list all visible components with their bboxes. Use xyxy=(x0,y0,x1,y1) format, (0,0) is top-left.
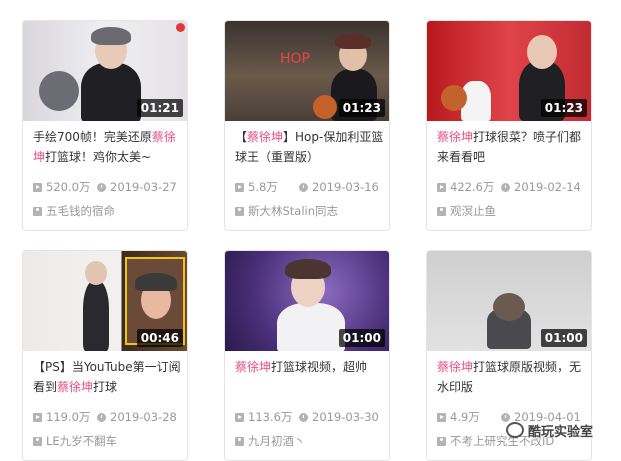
uploader-name: 五毛钱的宿命 xyxy=(46,204,115,218)
video-title[interactable]: 蔡徐坤打篮球原版视频，无水印版 xyxy=(437,357,587,397)
video-meta: 5.8万 2019-03-16 xyxy=(235,179,389,195)
play-icon xyxy=(33,413,42,422)
clock-icon xyxy=(299,183,308,192)
video-duration: 01:23 xyxy=(338,99,385,117)
keyword-highlight: 蔡徐坤 xyxy=(57,380,94,394)
video-thumbnail[interactable]: 00:46 xyxy=(23,251,187,351)
user-icon xyxy=(235,437,244,446)
upload-date: 2019-03-30 xyxy=(312,410,379,424)
video-meta: 520.0万 2019-03-27 xyxy=(33,179,187,195)
video-card[interactable]: 01:23 蔡徐坤打球很菜？喷子们都来看看吧 422.6万 2019-02-14 … xyxy=(426,20,592,231)
uploader-name: 观溟止鱼 xyxy=(450,204,496,218)
video-title[interactable]: 【PS】当YouTube第一订阅看到蔡徐坤打球 xyxy=(33,357,183,397)
video-card[interactable]: HOP 01:23 【蔡徐坤】Hop-保加利亚篮球王（重置版） 5.8万 2019… xyxy=(224,20,390,231)
view-count: 113.6万 xyxy=(248,410,293,424)
play-icon xyxy=(33,183,42,192)
watermark: 酷玩实验室 xyxy=(506,421,593,440)
keyword-highlight: 蔡徐坤 xyxy=(437,360,474,374)
uploader[interactable]: 九月初酒丶 xyxy=(235,433,306,449)
view-count: 5.8万 xyxy=(248,180,278,194)
user-icon xyxy=(437,207,446,216)
video-duration: 00:46 xyxy=(136,329,183,347)
uploader-name: LE九岁不翻车 xyxy=(46,434,118,448)
uploader-name: 斯大林Stalin同志 xyxy=(248,204,339,218)
video-card[interactable]: 01:21 手绘700帧！完美还原蔡徐坤打篮球！鸡你太美~ 520.0万 2019… xyxy=(22,20,188,231)
video-title[interactable]: 蔡徐坤打篮球视频，超帅 xyxy=(235,357,385,377)
uploader[interactable]: 五毛钱的宿命 xyxy=(33,203,115,219)
upload-date: 2019-03-27 xyxy=(110,180,177,194)
uploader[interactable]: 观溟止鱼 xyxy=(437,203,496,219)
video-meta: 422.6万 2019-02-14 xyxy=(437,179,591,195)
uploader[interactable]: LE九岁不翻车 xyxy=(33,433,117,449)
video-title[interactable]: 蔡徐坤打球很菜？喷子们都来看看吧 xyxy=(437,127,587,167)
video-duration: 01:23 xyxy=(540,99,587,117)
keyword-highlight: 蔡徐坤 xyxy=(437,130,474,144)
video-thumbnail[interactable]: 01:21 xyxy=(23,21,187,121)
video-duration: 01:00 xyxy=(338,329,385,347)
video-card[interactable]: 01:00 蔡徐坤打篮球视频，超帅 113.6万 2019-03-30 九月初酒丶 xyxy=(224,250,390,461)
user-icon xyxy=(33,437,42,446)
video-thumbnail[interactable]: 01:00 xyxy=(225,251,389,351)
play-icon xyxy=(437,413,446,422)
upload-date: 2019-02-14 xyxy=(514,180,581,194)
clock-icon xyxy=(501,183,510,192)
video-title[interactable]: 【蔡徐坤】Hop-保加利亚篮球王（重置版） xyxy=(235,127,385,167)
view-count: 4.9万 xyxy=(450,410,480,424)
play-icon xyxy=(235,413,244,422)
user-icon xyxy=(33,207,42,216)
thumbnail-text: HOP xyxy=(280,51,310,67)
video-title[interactable]: 手绘700帧！完美还原蔡徐坤打篮球！鸡你太美~ xyxy=(33,127,183,167)
play-icon xyxy=(437,183,446,192)
user-icon xyxy=(437,437,446,446)
video-meta: 119.0万 2019-03-28 xyxy=(33,409,187,425)
view-count: 422.6万 xyxy=(450,180,495,194)
view-count: 119.0万 xyxy=(46,410,91,424)
clock-icon xyxy=(97,413,106,422)
video-thumbnail[interactable]: 01:00 xyxy=(427,251,591,351)
clock-icon xyxy=(299,413,308,422)
keyword-highlight: 蔡徐坤 xyxy=(247,130,284,144)
uploader[interactable]: 斯大林Stalin同志 xyxy=(235,203,338,219)
live-dot-icon xyxy=(176,23,185,32)
upload-date: 2019-03-28 xyxy=(110,410,177,424)
video-thumbnail[interactable]: HOP 01:23 xyxy=(225,21,389,121)
video-duration: 01:00 xyxy=(540,329,587,347)
user-icon xyxy=(235,207,244,216)
upload-date: 2019-03-16 xyxy=(312,180,379,194)
video-thumbnail[interactable]: 01:23 xyxy=(427,21,591,121)
play-icon xyxy=(235,183,244,192)
wechat-logo-icon xyxy=(506,422,524,438)
uploader-name: 九月初酒丶 xyxy=(248,434,306,448)
keyword-highlight: 蔡徐坤 xyxy=(235,360,272,374)
clock-icon xyxy=(97,183,106,192)
video-duration: 01:21 xyxy=(136,99,183,117)
view-count: 520.0万 xyxy=(46,180,91,194)
video-meta: 113.6万 2019-03-30 xyxy=(235,409,389,425)
video-card[interactable]: 00:46 【PS】当YouTube第一订阅看到蔡徐坤打球 119.0万 2019… xyxy=(22,250,188,461)
